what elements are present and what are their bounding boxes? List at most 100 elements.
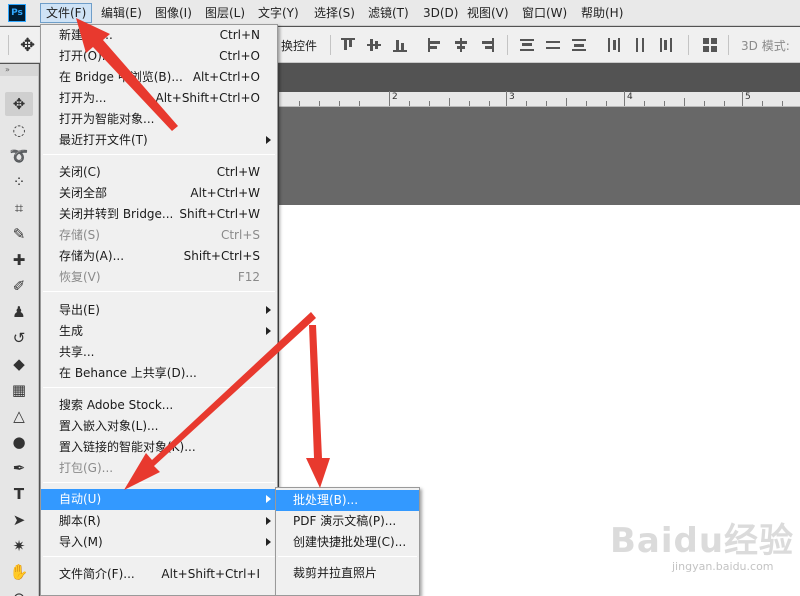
menu-item-open-recent[interactable]: 最近打开文件(T) — [41, 130, 277, 151]
align-vertical-center-icon[interactable] — [367, 38, 381, 52]
pen-tool-icon[interactable]: ✒ — [5, 456, 33, 480]
auto-align-icon[interactable] — [703, 38, 717, 52]
submenu-item-create-droplet[interactable]: 创建快捷批处理(C)... — [276, 532, 419, 553]
menu-item-place-embedded[interactable]: 置入嵌入对象(L)... — [41, 416, 277, 437]
menu-item-open-as-smart-object[interactable]: 打开为智能对象... — [41, 109, 277, 130]
clone-stamp-tool-icon[interactable]: ♟ — [5, 300, 33, 324]
distribute-horizontal-center-icon[interactable] — [633, 38, 647, 52]
menu-image[interactable]: 图像(I) — [150, 3, 197, 23]
path-selection-tool-icon[interactable]: ➤ — [5, 508, 33, 532]
menu-type[interactable]: 文字(Y) — [253, 3, 304, 23]
menu-item-import[interactable]: 导入(M) — [41, 532, 277, 553]
history-brush-tool-icon[interactable]: ↺ — [5, 326, 33, 350]
lasso-tool-icon[interactable]: ➰ — [5, 144, 33, 168]
marquee-tool-icon[interactable]: ◌ — [5, 118, 33, 142]
move-tool-icon[interactable]: ✥ — [5, 92, 33, 116]
gradient-tool-icon[interactable]: ▦ — [5, 378, 33, 402]
align-top-icon[interactable] — [341, 38, 355, 52]
menu-item-revert: 恢复(V) F12 — [59, 270, 260, 284]
transform-controls-label[interactable]: 换控件 — [281, 37, 317, 54]
distribute-vertical-center-icon[interactable] — [546, 38, 560, 52]
distribute-left-icon[interactable] — [607, 38, 621, 52]
align-right-icon[interactable] — [480, 38, 494, 52]
ruler-label: 3 — [509, 92, 515, 102]
file-menu-dropdown: 新建(N)... Ctrl+N 打开(O)... Ctrl+O 在 Bridge 中… — [40, 24, 278, 596]
crop-tool-icon[interactable]: ⌗ — [5, 196, 33, 220]
submenu-item-batch[interactable]: 批处理(B)... — [276, 490, 419, 511]
submenu-arrow-icon — [266, 538, 271, 546]
divider — [507, 35, 508, 55]
photoshop-logo: Ps — [8, 4, 26, 22]
distribute-right-icon[interactable] — [659, 38, 673, 52]
menu-3d[interactable]: 3D(D) — [418, 3, 463, 23]
submenu-arrow-icon — [266, 495, 271, 503]
menu-item-search-adobe-stock[interactable]: 搜索 Adobe Stock... — [41, 395, 277, 416]
menu-edit[interactable]: 编辑(E) — [96, 3, 147, 23]
menu-item-package: 打包(G)... — [59, 461, 114, 475]
align-horizontal-center-icon[interactable] — [454, 38, 468, 52]
distribute-bottom-icon[interactable] — [572, 38, 586, 52]
menu-item-share-on-behance[interactable]: 在 Behance 上共享(D)... — [41, 363, 277, 384]
menu-separator — [43, 482, 275, 483]
quick-selection-tool-icon[interactable]: ⁘ — [5, 170, 33, 194]
menu-item-new[interactable]: 新建(N)... Ctrl+N — [41, 25, 277, 46]
align-left-icon[interactable] — [428, 38, 442, 52]
divider — [688, 35, 689, 55]
move-tool-icon[interactable]: ✥ — [20, 35, 35, 56]
menu-help[interactable]: 帮助(H) — [576, 3, 628, 23]
menu-item-browse-in-bridge[interactable]: 在 Bridge 中浏览(B)... Alt+Ctrl+O — [41, 67, 277, 88]
dodge-tool-icon[interactable]: ● — [5, 430, 33, 454]
baidu-watermark: Baidu经验 jingyan.baidu.com — [610, 521, 795, 573]
menu-item-close[interactable]: 关闭(C) Ctrl+W — [41, 162, 277, 183]
eyedropper-tool-icon[interactable]: ✎ — [5, 222, 33, 246]
menu-item-generate[interactable]: 生成 — [41, 321, 277, 342]
menu-item-file-info[interactable]: 文件简介(F)... Alt+Shift+Ctrl+I — [41, 564, 277, 585]
ruler-label: 4 — [627, 92, 633, 102]
3d-mode-label: 3D 模式: — [741, 39, 790, 53]
menu-item-place-linked[interactable]: 置入链接的智能对象(K)... — [41, 437, 277, 458]
blur-tool-icon[interactable]: △ — [5, 404, 33, 428]
menu-layer[interactable]: 图层(L) — [200, 3, 250, 23]
automate-submenu: 批处理(B)... PDF 演示文稿(P)... 创建快捷批处理(C)... 裁… — [275, 487, 420, 596]
toolbox-collapse-icon[interactable]: » — [0, 64, 38, 76]
eraser-tool-icon[interactable]: ◆ — [5, 352, 33, 376]
document-tab-area — [279, 64, 800, 92]
healing-brush-tool-icon[interactable]: ✚ — [5, 248, 33, 272]
menu-separator — [43, 154, 275, 155]
menu-separator — [43, 556, 275, 557]
type-tool-icon[interactable]: T — [5, 482, 33, 506]
submenu-item-pdf-presentation[interactable]: PDF 演示文稿(P)... — [276, 511, 419, 532]
menu-select[interactable]: 选择(S) — [309, 3, 360, 23]
menu-item-save: 存储(S) Ctrl+S — [59, 228, 260, 242]
menu-item-open[interactable]: 打开(O)... Ctrl+O — [41, 46, 277, 67]
menu-window[interactable]: 窗口(W) — [517, 3, 572, 23]
custom-shape-tool-icon[interactable]: ✷ — [5, 534, 33, 558]
brush-tool-icon[interactable]: ✐ — [5, 274, 33, 298]
zoom-tool-icon[interactable]: ⊙ — [5, 586, 33, 596]
ruler-label: 2 — [392, 92, 398, 102]
menu-item-open-as[interactable]: 打开为... Alt+Shift+Ctrl+O — [41, 88, 277, 109]
menu-item-share[interactable]: 共享... — [41, 342, 277, 363]
menu-filter[interactable]: 滤镜(T) — [363, 3, 414, 23]
menu-item-export[interactable]: 导出(E) — [41, 300, 277, 321]
submenu-arrow-icon — [266, 306, 271, 314]
menu-item-scripts[interactable]: 脚本(R) — [41, 511, 277, 532]
menu-item-save-as[interactable]: 存储为(A)... Shift+Ctrl+S — [41, 246, 277, 267]
submenu-arrow-icon — [266, 517, 271, 525]
divider — [330, 35, 331, 55]
divider — [728, 35, 729, 55]
menu-file[interactable]: 文件(F) — [40, 3, 93, 23]
menu-item-automate[interactable]: 自动(U) — [41, 489, 277, 510]
submenu-arrow-icon — [266, 136, 271, 144]
menu-item-close-and-go-to-bridge[interactable]: 关闭并转到 Bridge... Shift+Ctrl+W — [41, 204, 277, 225]
ruler-label: 5 — [745, 92, 751, 102]
menu-item-close-all[interactable]: 关闭全部 Alt+Ctrl+W — [41, 183, 277, 204]
menu-separator — [278, 556, 417, 557]
hand-tool-icon[interactable]: ✋ — [5, 560, 33, 584]
submenu-item-crop-and-straighten[interactable]: 裁剪并拉直照片 — [276, 563, 419, 584]
menu-view[interactable]: 视图(V) — [462, 3, 514, 23]
horizontal-ruler: 2 3 4 5 — [279, 91, 800, 107]
distribute-top-icon[interactable] — [520, 38, 534, 52]
toolbox: » ✥ ◌ ➰ ⁘ ⌗ ✎ ✚ ✐ ♟ ↺ ◆ ▦ △ ● ✒ T ➤ ✷ ✋ … — [0, 64, 39, 596]
align-bottom-icon[interactable] — [393, 38, 407, 52]
